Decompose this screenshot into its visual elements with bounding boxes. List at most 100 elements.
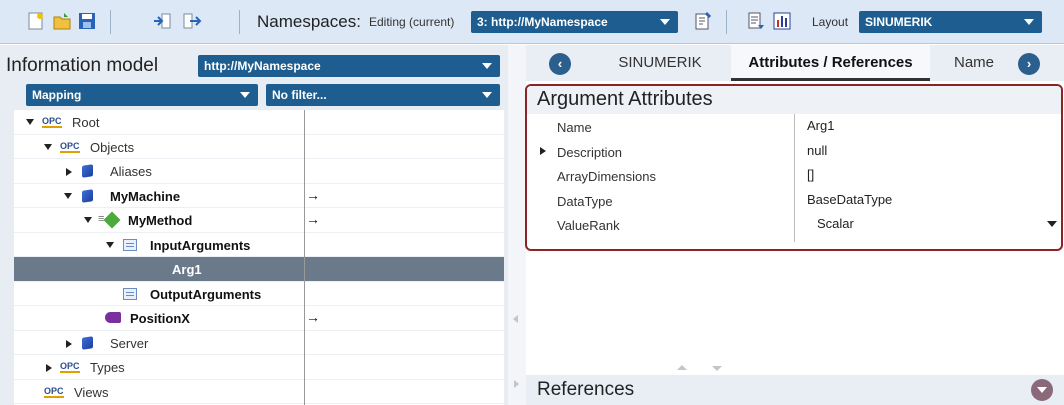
attribute-row-valuerank[interactable]: ValueRank Scalar (527, 212, 1061, 237)
tree-label: PositionX (130, 311, 190, 326)
tab-next-button[interactable]: › (1018, 53, 1040, 75)
chevron-down-icon (482, 63, 492, 69)
filter-value: No filter... (272, 88, 327, 102)
attribute-row-datatype[interactable]: DataType BaseDataType (527, 188, 1061, 213)
expand-references-button[interactable] (1031, 379, 1053, 401)
edit-namespace-icon[interactable] (693, 11, 713, 31)
tree-item-root[interactable]: OPC Root (14, 110, 504, 135)
attribute-key: Description (557, 144, 623, 160)
layout-dropdown[interactable]: SINUMERIK (859, 11, 1042, 33)
tree-label: Objects (90, 139, 135, 155)
expand-right-icon[interactable] (46, 364, 52, 372)
pane-splitter[interactable] (508, 45, 526, 405)
chart-icon[interactable] (772, 11, 792, 31)
chevron-down-icon[interactable] (1047, 221, 1057, 227)
chevron-down-icon (482, 92, 492, 98)
tree-label: InputArguments (150, 237, 251, 253)
tree-label: Server (110, 335, 149, 351)
information-model-title: Information model (6, 55, 159, 76)
attribute-key: Name (557, 120, 592, 135)
expand-down-icon[interactable] (64, 192, 72, 199)
tree-column-divider[interactable] (304, 110, 305, 405)
editing-label: Editing (current) (369, 15, 455, 29)
reference-arrow-icon: → (306, 309, 320, 325)
expand-right-icon[interactable] (540, 146, 546, 155)
tab-prev-button[interactable]: ‹ (549, 53, 571, 75)
save-icon[interactable] (77, 11, 97, 31)
tree-item-types[interactable]: OPC Types (14, 355, 504, 380)
properties-icon[interactable] (746, 11, 766, 31)
toolbar-separator (110, 10, 111, 34)
tree-item-views[interactable]: OPC Views (14, 380, 504, 404)
opc-icon: OPC (44, 385, 64, 398)
model-namespace-value: http://MyNamespace (204, 59, 321, 73)
tree-label: MyMethod (128, 213, 193, 228)
attribute-row-name[interactable]: Name Arg1 (527, 114, 1061, 139)
tree-item-server[interactable]: Server (14, 331, 504, 355)
export-icon[interactable] (182, 11, 202, 31)
attribute-value[interactable]: [] (807, 167, 814, 182)
tree-item-objects[interactable]: OPC Objects (14, 135, 504, 159)
tree-item-aliases[interactable]: Aliases (14, 159, 504, 184)
mapping-value: Mapping (32, 88, 82, 102)
filter-dropdown[interactable]: No filter... (266, 84, 500, 106)
namespace-dropdown[interactable]: 3: http://MyNamespace (471, 11, 678, 33)
namespaces-label: Namespaces: (257, 12, 361, 31)
property-icon (123, 238, 137, 251)
tree-label: MyMachine (110, 188, 181, 204)
variable-icon (105, 312, 121, 323)
chevron-down-icon (1037, 387, 1047, 393)
attribute-key: ValueRank (557, 218, 620, 233)
tree-item-outputarguments[interactable]: OutputArguments (14, 282, 504, 306)
splitter-down-icon[interactable] (712, 366, 722, 371)
toolbar: Namespaces: Editing (current) 3: http://… (0, 0, 1064, 44)
attribute-value[interactable]: BaseDataType (807, 192, 892, 207)
expand-right-icon[interactable] (514, 380, 519, 388)
attribute-value[interactable]: null (807, 143, 827, 158)
method-icon (103, 211, 121, 229)
toolbar-separator (239, 10, 240, 34)
attribute-row-description[interactable]: Description null (527, 139, 1061, 164)
expand-down-icon[interactable] (26, 119, 34, 125)
argument-attributes-panel: Argument Attributes Name Arg1 Descriptio… (525, 84, 1063, 251)
object-icon (82, 188, 93, 203)
references-section-header[interactable]: References (526, 375, 1064, 405)
expand-down-icon[interactable] (106, 241, 114, 248)
toolbar-separator (726, 10, 727, 34)
tree-label: OutputArguments (150, 286, 262, 302)
tree-label: Root (72, 115, 100, 130)
splitter-up-icon[interactable] (677, 365, 687, 370)
tree-label: Aliases (110, 164, 152, 179)
expand-right-icon[interactable] (66, 168, 72, 176)
attribute-row-arraydimensions[interactable]: ArrayDimensions [] (527, 163, 1061, 188)
tree-label: Views (74, 384, 109, 400)
collapse-left-icon[interactable] (513, 315, 518, 323)
mapping-dropdown[interactable]: Mapping (26, 84, 258, 106)
expand-down-icon[interactable] (44, 143, 52, 150)
expand-right-icon[interactable] (66, 339, 72, 348)
tree-item-arg1[interactable]: Arg1 (14, 257, 504, 282)
reference-arrow-icon: → (306, 211, 320, 227)
opc-icon: OPC (42, 116, 62, 128)
import-icon[interactable] (152, 11, 172, 31)
attribute-key: DataType (557, 193, 613, 209)
layout-dropdown-value: SINUMERIK (865, 15, 933, 29)
expand-down-icon[interactable] (84, 217, 92, 223)
tree-item-inputarguments[interactable]: InputArguments (14, 233, 504, 257)
attribute-value[interactable]: Arg1 (807, 118, 834, 133)
attributes-title: Argument Attributes (537, 88, 713, 110)
tree-item-positionx[interactable]: PositionX → (14, 306, 504, 331)
chevron-down-icon (240, 92, 250, 98)
tab-sinumerik[interactable]: SINUMERIK (600, 45, 720, 81)
model-namespace-dropdown[interactable]: http://MyNamespace (198, 55, 500, 77)
open-folder-icon[interactable] (52, 11, 72, 31)
tree-item-mymachine[interactable]: MyMachine → (14, 184, 504, 208)
new-file-icon[interactable] (26, 11, 46, 31)
property-icon (123, 287, 137, 300)
tab-name[interactable]: Name (940, 45, 998, 81)
tree-item-mymethod[interactable]: ≡ MyMethod → (14, 208, 504, 233)
tab-attributes-references[interactable]: Attributes / References (731, 45, 930, 81)
object-icon (82, 164, 93, 178)
references-title: References (537, 379, 635, 400)
attribute-value[interactable]: Scalar (817, 216, 854, 231)
